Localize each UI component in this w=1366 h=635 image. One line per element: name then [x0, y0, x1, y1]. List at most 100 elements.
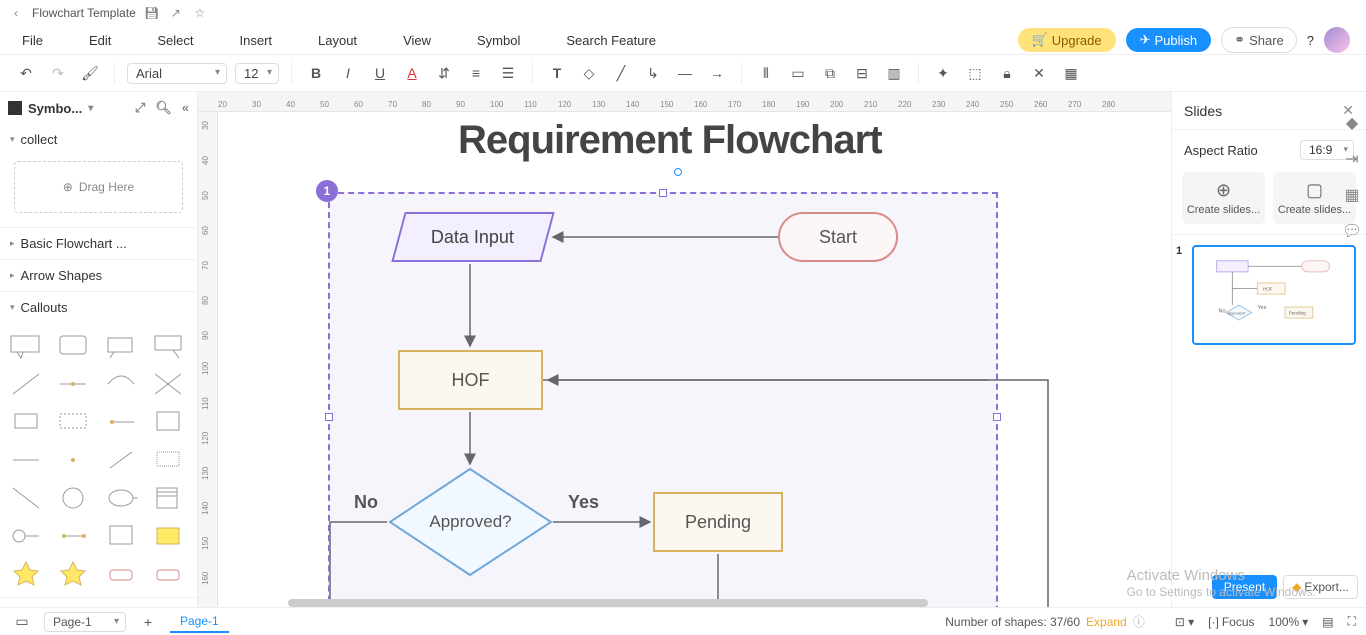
search-icon[interactable]: 🔍︎	[155, 100, 172, 116]
expand-library-icon[interactable]: ⤢	[135, 100, 145, 116]
callout-shape[interactable]	[53, 443, 95, 477]
font-size-select[interactable]: 12	[235, 63, 279, 84]
page-select[interactable]: Page-1	[44, 612, 126, 632]
callout-shape[interactable]	[6, 405, 48, 439]
line-color-button[interactable]: ╱	[609, 61, 633, 85]
export-button[interactable]: ◆Export...	[1283, 575, 1358, 599]
table-button[interactable]: ▦	[1059, 61, 1083, 85]
callout-shape[interactable]	[53, 367, 95, 401]
tools-button[interactable]: ✕	[1027, 61, 1051, 85]
callout-shape[interactable]	[148, 519, 190, 553]
diagram-title[interactable]: Requirement Flowchart	[458, 118, 882, 163]
lock-button[interactable]: 🔒︎	[995, 61, 1019, 85]
comment-icon[interactable]: 💬︎	[1343, 222, 1361, 240]
outline-icon[interactable]: ▭	[10, 610, 34, 634]
redo-button[interactable]: ↷	[46, 61, 70, 85]
shape-data-input[interactable]: Data Input	[391, 212, 554, 262]
callout-shape[interactable]	[101, 329, 143, 363]
group-button[interactable]: ⧉	[818, 61, 842, 85]
shape-pending[interactable]: Pending	[653, 492, 783, 552]
callout-shape[interactable]	[53, 519, 95, 553]
open-external-icon[interactable]: ↗	[168, 5, 184, 21]
share-button[interactable]: ⚭Share	[1221, 27, 1297, 53]
italic-button[interactable]: I	[336, 61, 360, 85]
fit-button[interactable]: ⊡ ▾	[1175, 615, 1194, 629]
anchor-point[interactable]	[674, 168, 682, 176]
back-icon[interactable]: ‹	[8, 5, 24, 21]
text-align-h-button[interactable]: ≡	[464, 61, 488, 85]
ai-button[interactable]: ✦	[931, 61, 955, 85]
callout-shape[interactable]	[148, 329, 190, 363]
callout-shape[interactable]	[6, 443, 48, 477]
shape-hof[interactable]: HOF	[398, 350, 543, 410]
underline-button[interactable]: U	[368, 61, 392, 85]
bold-button[interactable]: B	[304, 61, 328, 85]
info-icon[interactable]: ⓘ	[1133, 613, 1145, 630]
create-slides-auto-button[interactable]: ⊕Create slides...	[1182, 172, 1265, 224]
font-select[interactable]: Arial	[127, 63, 227, 84]
callout-shape[interactable]	[53, 405, 95, 439]
format-painter-button[interactable]: 🖌︎	[78, 61, 102, 85]
present-button[interactable]: Present	[1212, 575, 1277, 599]
menu-view[interactable]: View	[403, 33, 431, 48]
canvas-area[interactable]: 2030405060708090100110120130140150160170…	[198, 92, 1171, 607]
arrow-style-button[interactable]: →	[705, 61, 729, 85]
arrange-button[interactable]: ⫴	[754, 61, 778, 85]
distribute-button[interactable]: ▥	[882, 61, 906, 85]
connector-style-button[interactable]: ↳	[641, 61, 665, 85]
callout-shape[interactable]	[101, 519, 143, 553]
menu-file[interactable]: File	[22, 33, 43, 48]
avatar[interactable]	[1324, 27, 1350, 53]
fill-color-button[interactable]: ◇	[577, 61, 601, 85]
menu-search-feature[interactable]: Search Feature	[566, 33, 656, 48]
expand-link[interactable]: Expand	[1086, 615, 1127, 629]
callout-shape[interactable]	[101, 367, 143, 401]
callout-shape[interactable]	[148, 481, 190, 515]
callout-shape[interactable]	[148, 443, 190, 477]
text-align-v-button[interactable]: ⇵	[432, 61, 456, 85]
collapse-sidebar-icon[interactable]: «	[182, 100, 189, 116]
lib-arrow-shapes[interactable]: ▸Arrow Shapes	[0, 260, 197, 291]
callout-shape[interactable]	[148, 367, 190, 401]
save-icon[interactable]: 💾︎	[144, 5, 160, 21]
star-icon[interactable]: ☆	[192, 5, 208, 21]
fullscreen-icon[interactable]: ⛶	[1348, 614, 1356, 629]
callout-shape[interactable]	[53, 481, 95, 515]
callout-shape[interactable]	[148, 557, 190, 591]
upgrade-button[interactable]: 🛒Upgrade	[1018, 28, 1116, 52]
horizontal-scrollbar[interactable]	[288, 599, 928, 607]
callout-shape[interactable]	[148, 405, 190, 439]
callout-shape[interactable]	[101, 405, 143, 439]
undo-button[interactable]: ↶	[14, 61, 38, 85]
page-tab[interactable]: Page-1	[170, 611, 229, 633]
layers-icon[interactable]: ▤	[1322, 615, 1333, 629]
crop-button[interactable]: ⬚	[963, 61, 987, 85]
menu-edit[interactable]: Edit	[89, 33, 111, 48]
menu-symbol[interactable]: Symbol	[477, 33, 520, 48]
lib-collect[interactable]: ▾collect	[0, 124, 197, 155]
callout-shape[interactable]	[6, 557, 48, 591]
canvas[interactable]: Requirement Flowchart 1 Start	[218, 112, 1171, 607]
menu-select[interactable]: Select	[157, 33, 193, 48]
callout-shape[interactable]	[6, 367, 48, 401]
menu-layout[interactable]: Layout	[318, 33, 357, 48]
callout-shape[interactable]	[53, 329, 95, 363]
align-button[interactable]: ⊟	[850, 61, 874, 85]
callout-shape[interactable]	[101, 557, 143, 591]
callout-shape[interactable]	[6, 519, 48, 553]
help-icon[interactable]: ?	[1307, 33, 1314, 48]
import-icon[interactable]: ⇥	[1343, 150, 1361, 168]
callout-shape[interactable]	[101, 481, 143, 515]
theme-icon[interactable]: ◆	[1343, 114, 1361, 132]
lib-basic-flowchart[interactable]: ▸Basic Flowchart ...	[0, 228, 197, 259]
shape-start[interactable]: Start	[778, 212, 898, 262]
focus-button[interactable]: [·] Focus	[1208, 615, 1254, 629]
publish-button[interactable]: ✈Publish	[1126, 28, 1212, 52]
grid-icon[interactable]: ▦	[1343, 186, 1361, 204]
shape-approved[interactable]: Approved?	[388, 467, 553, 577]
layer-button[interactable]: ▭	[786, 61, 810, 85]
add-page-button[interactable]: +	[136, 610, 160, 634]
slide-thumbnail[interactable]: No Yes HOF Pending Approved?	[1192, 245, 1356, 345]
font-color-button[interactable]: A	[400, 61, 424, 85]
callout-shape[interactable]	[6, 329, 48, 363]
